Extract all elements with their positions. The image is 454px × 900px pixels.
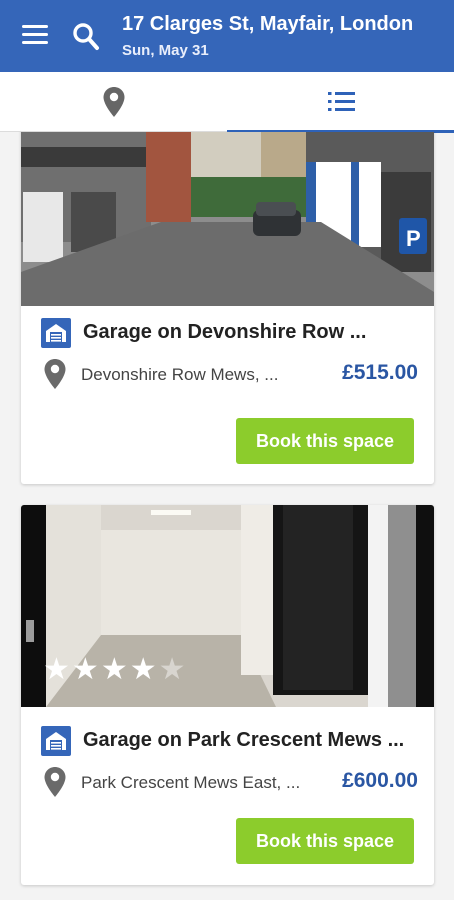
listing-photo[interactable]: P: [21, 132, 434, 306]
listing-card[interactable]: P Garage on Devonshire Row ... Devonshir…: [21, 132, 434, 484]
tab-map[interactable]: [0, 72, 227, 132]
book-space-button[interactable]: Book this space: [236, 418, 414, 464]
star-icon: ★: [100, 653, 128, 686]
listing-name[interactable]: Garage on Devonshire Row ...: [83, 321, 366, 344]
listing-price: £515.00: [342, 361, 418, 384]
listing-address: Park Crescent Mews East, ...: [81, 773, 301, 792]
list-icon: [328, 92, 355, 111]
listings-list[interactable]: P Garage on Devonshire Row ... Devonshir…: [0, 132, 454, 900]
star-icon: ★: [129, 653, 157, 686]
star-icon: ★: [71, 653, 99, 686]
garage-icon: [41, 318, 71, 348]
menu-icon[interactable]: [22, 25, 48, 47]
listing-name[interactable]: Garage on Park Crescent Mews ...: [83, 729, 404, 752]
garage-icon: [41, 726, 71, 756]
rating-stars: ★★★★★: [43, 655, 188, 685]
search-icon[interactable]: [72, 21, 100, 51]
location-pin-icon: [44, 767, 66, 797]
listing-card[interactable]: ★★★★★ Garage on Park Crescent Mews ... P…: [21, 505, 434, 885]
location-pin-icon: [44, 359, 66, 389]
tab-list[interactable]: [227, 72, 454, 133]
listing-photo[interactable]: ★★★★★: [21, 505, 434, 707]
star-icon: ★: [43, 653, 70, 686]
map-pin-icon: [103, 87, 125, 117]
location-title[interactable]: 17 Clarges St, Mayfair, London: [122, 13, 442, 36]
svg-text:P: P: [406, 226, 421, 251]
listing-address: Devonshire Row Mews, ...: [81, 365, 279, 384]
view-tabs: [0, 72, 454, 133]
date-subtitle[interactable]: Sun, May 31: [122, 42, 209, 59]
star-outline-icon: ★: [158, 653, 186, 686]
listing-price: £600.00: [342, 769, 418, 792]
book-space-button[interactable]: Book this space: [236, 818, 414, 864]
app-bar: 17 Clarges St, Mayfair, London Sun, May …: [0, 0, 454, 72]
